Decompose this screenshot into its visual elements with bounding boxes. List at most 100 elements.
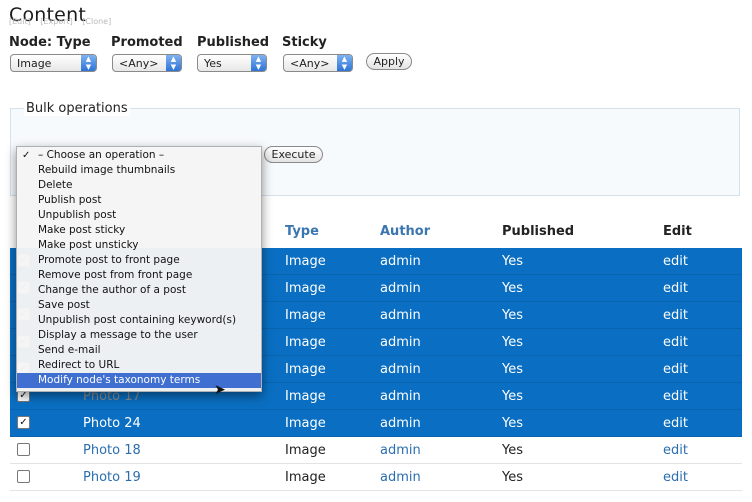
row-edit-link[interactable]: edit bbox=[663, 416, 688, 431]
operation-menu-item-label: Publish post bbox=[38, 194, 102, 206]
row-author-link[interactable]: admin bbox=[380, 281, 421, 296]
check-mark-icon: ✓ bbox=[22, 150, 31, 161]
row-author-link[interactable]: admin bbox=[380, 335, 421, 350]
table-row[interactable]: Photo 18 Image admin Yes edit bbox=[10, 437, 742, 464]
operation-menu-item-label: Make post sticky bbox=[38, 224, 126, 236]
operation-menu-item[interactable]: Change the author of a post bbox=[17, 283, 261, 298]
table-row[interactable]: ✓ Photo 24 Image admin Yes edit bbox=[10, 410, 742, 437]
row-edit-link[interactable]: edit bbox=[663, 308, 688, 323]
operation-menu-item[interactable]: Delete bbox=[17, 178, 261, 193]
operation-menu-item[interactable]: Remove post from front page bbox=[17, 268, 261, 283]
row-type: Image bbox=[285, 254, 326, 269]
row-title-link[interactable]: Photo 19 bbox=[83, 470, 141, 485]
operation-menu-item-label: Redirect to URL bbox=[38, 359, 120, 371]
row-edit-link[interactable]: edit bbox=[663, 281, 688, 296]
mouse-pointer-icon: ➤ bbox=[214, 382, 226, 398]
operation-menu-item-label: Send e-mail bbox=[38, 344, 101, 356]
row-edit-link[interactable]: edit bbox=[663, 362, 688, 377]
operation-menu-item[interactable]: Rebuild image thumbnails bbox=[17, 163, 261, 178]
row-type: Image bbox=[285, 281, 326, 296]
row-published: Yes bbox=[502, 281, 523, 296]
row-type: Image bbox=[285, 470, 326, 485]
row-author-link[interactable]: admin bbox=[380, 308, 421, 323]
row-edit-link[interactable]: edit bbox=[663, 254, 688, 269]
node-type-select[interactable]: Image ▲ ▼ bbox=[10, 54, 97, 72]
operation-menu-item[interactable]: ✓ – Choose an operation – bbox=[17, 148, 261, 163]
select-arrow-icon: ▲ ▼ bbox=[251, 55, 266, 71]
operation-menu-item[interactable]: Publish post bbox=[17, 193, 261, 208]
execute-button[interactable]: Execute bbox=[264, 146, 323, 163]
operation-menu-item[interactable]: Make post unsticky bbox=[17, 238, 261, 253]
operation-menu-item-label: Make post unsticky bbox=[38, 239, 139, 251]
sticky-value: <Any> bbox=[290, 57, 330, 70]
row-checkbox[interactable] bbox=[17, 443, 30, 456]
column-author-header[interactable]: Author bbox=[380, 224, 430, 239]
operation-menu-item[interactable]: Display a message to the user bbox=[17, 328, 261, 343]
clone-link[interactable]: [Clone] bbox=[82, 17, 111, 26]
title-links: [Edit] [Export] [Clone] bbox=[9, 17, 118, 26]
row-author-link[interactable]: admin bbox=[380, 443, 421, 458]
row-published: Yes bbox=[502, 254, 523, 269]
sticky-label: Sticky bbox=[282, 35, 327, 50]
operation-menu-item[interactable]: Send e-mail bbox=[17, 343, 261, 358]
row-author-link[interactable]: admin bbox=[380, 362, 421, 377]
promoted-label: Promoted bbox=[111, 35, 183, 50]
column-edit-header: Edit bbox=[663, 224, 692, 239]
row-published: Yes bbox=[502, 308, 523, 323]
operation-menu-item-label: Modify node's taxonomy terms bbox=[38, 374, 201, 386]
row-title-link[interactable]: Photo 18 bbox=[83, 443, 141, 458]
apply-button[interactable]: Apply bbox=[366, 53, 412, 70]
row-edit-link[interactable]: edit bbox=[663, 470, 688, 485]
published-value: Yes bbox=[204, 57, 222, 70]
row-type: Image bbox=[285, 308, 326, 323]
select-arrow-icon: ▲ ▼ bbox=[81, 55, 96, 71]
row-checkbox[interactable] bbox=[17, 470, 30, 483]
row-checkbox[interactable]: ✓ bbox=[17, 416, 30, 429]
operation-menu-item-label: Save post bbox=[38, 299, 90, 311]
row-author-link[interactable]: admin bbox=[380, 470, 421, 485]
sticky-select[interactable]: <Any> ▲ ▼ bbox=[283, 54, 353, 72]
row-published: Yes bbox=[502, 443, 523, 458]
published-select[interactable]: Yes ▲ ▼ bbox=[197, 54, 267, 72]
operation-menu-item-label: Change the author of a post bbox=[38, 284, 186, 296]
operation-menu-item[interactable]: Make post sticky bbox=[17, 223, 261, 238]
row-published: Yes bbox=[502, 335, 523, 350]
operation-menu-item[interactable]: Redirect to URL bbox=[17, 358, 261, 373]
promoted-value: <Any> bbox=[119, 57, 159, 70]
row-published: Yes bbox=[502, 389, 523, 404]
row-type: Image bbox=[285, 443, 326, 458]
column-published-header: Published bbox=[502, 224, 575, 239]
row-title-link[interactable]: Photo 24 bbox=[83, 416, 141, 431]
operation-menu-item[interactable]: Unpublish post containing keyword(s) bbox=[17, 313, 261, 328]
row-author-link[interactable]: admin bbox=[380, 254, 421, 269]
edit-link[interactable]: [Edit] bbox=[9, 17, 31, 26]
row-type: Image bbox=[285, 362, 326, 377]
published-label: Published bbox=[197, 35, 270, 50]
export-link[interactable]: [Export] bbox=[40, 17, 72, 26]
operation-menu-item[interactable]: Promote post to front page bbox=[17, 253, 261, 268]
row-published: Yes bbox=[502, 416, 523, 431]
column-type-header[interactable]: Type bbox=[285, 224, 319, 239]
row-author-link[interactable]: admin bbox=[380, 389, 421, 404]
row-edit-link[interactable]: edit bbox=[663, 389, 688, 404]
operation-dropdown-menu: ✓ – Choose an operation – Rebuild image th… bbox=[16, 146, 262, 392]
operation-menu-item-label: Promote post to front page bbox=[38, 254, 180, 266]
select-arrow-icon: ▲ ▼ bbox=[337, 55, 352, 71]
bulk-operations-legend: Bulk operations bbox=[24, 101, 130, 116]
operation-menu-item-label: Unpublish post bbox=[38, 209, 117, 221]
promoted-select[interactable]: <Any> ▲ ▼ bbox=[112, 54, 182, 72]
row-type: Image bbox=[285, 416, 326, 431]
operation-menu-item[interactable]: Save post bbox=[17, 298, 261, 313]
operation-menu-item-label: Remove post from front page bbox=[38, 269, 193, 281]
row-author-link[interactable]: admin bbox=[380, 416, 421, 431]
row-edit-link[interactable]: edit bbox=[663, 335, 688, 350]
operation-menu-item-label: Unpublish post containing keyword(s) bbox=[38, 314, 237, 326]
row-published: Yes bbox=[502, 362, 523, 377]
table-row[interactable]: Photo 19 Image admin Yes edit bbox=[10, 464, 742, 491]
select-arrow-icon: ▲ ▼ bbox=[166, 55, 181, 71]
operation-menu-item[interactable]: Unpublish post bbox=[17, 208, 261, 223]
operation-menu-item-label: – Choose an operation – bbox=[38, 149, 165, 161]
row-type: Image bbox=[285, 389, 326, 404]
node-type-value: Image bbox=[17, 57, 52, 70]
row-edit-link[interactable]: edit bbox=[663, 443, 688, 458]
